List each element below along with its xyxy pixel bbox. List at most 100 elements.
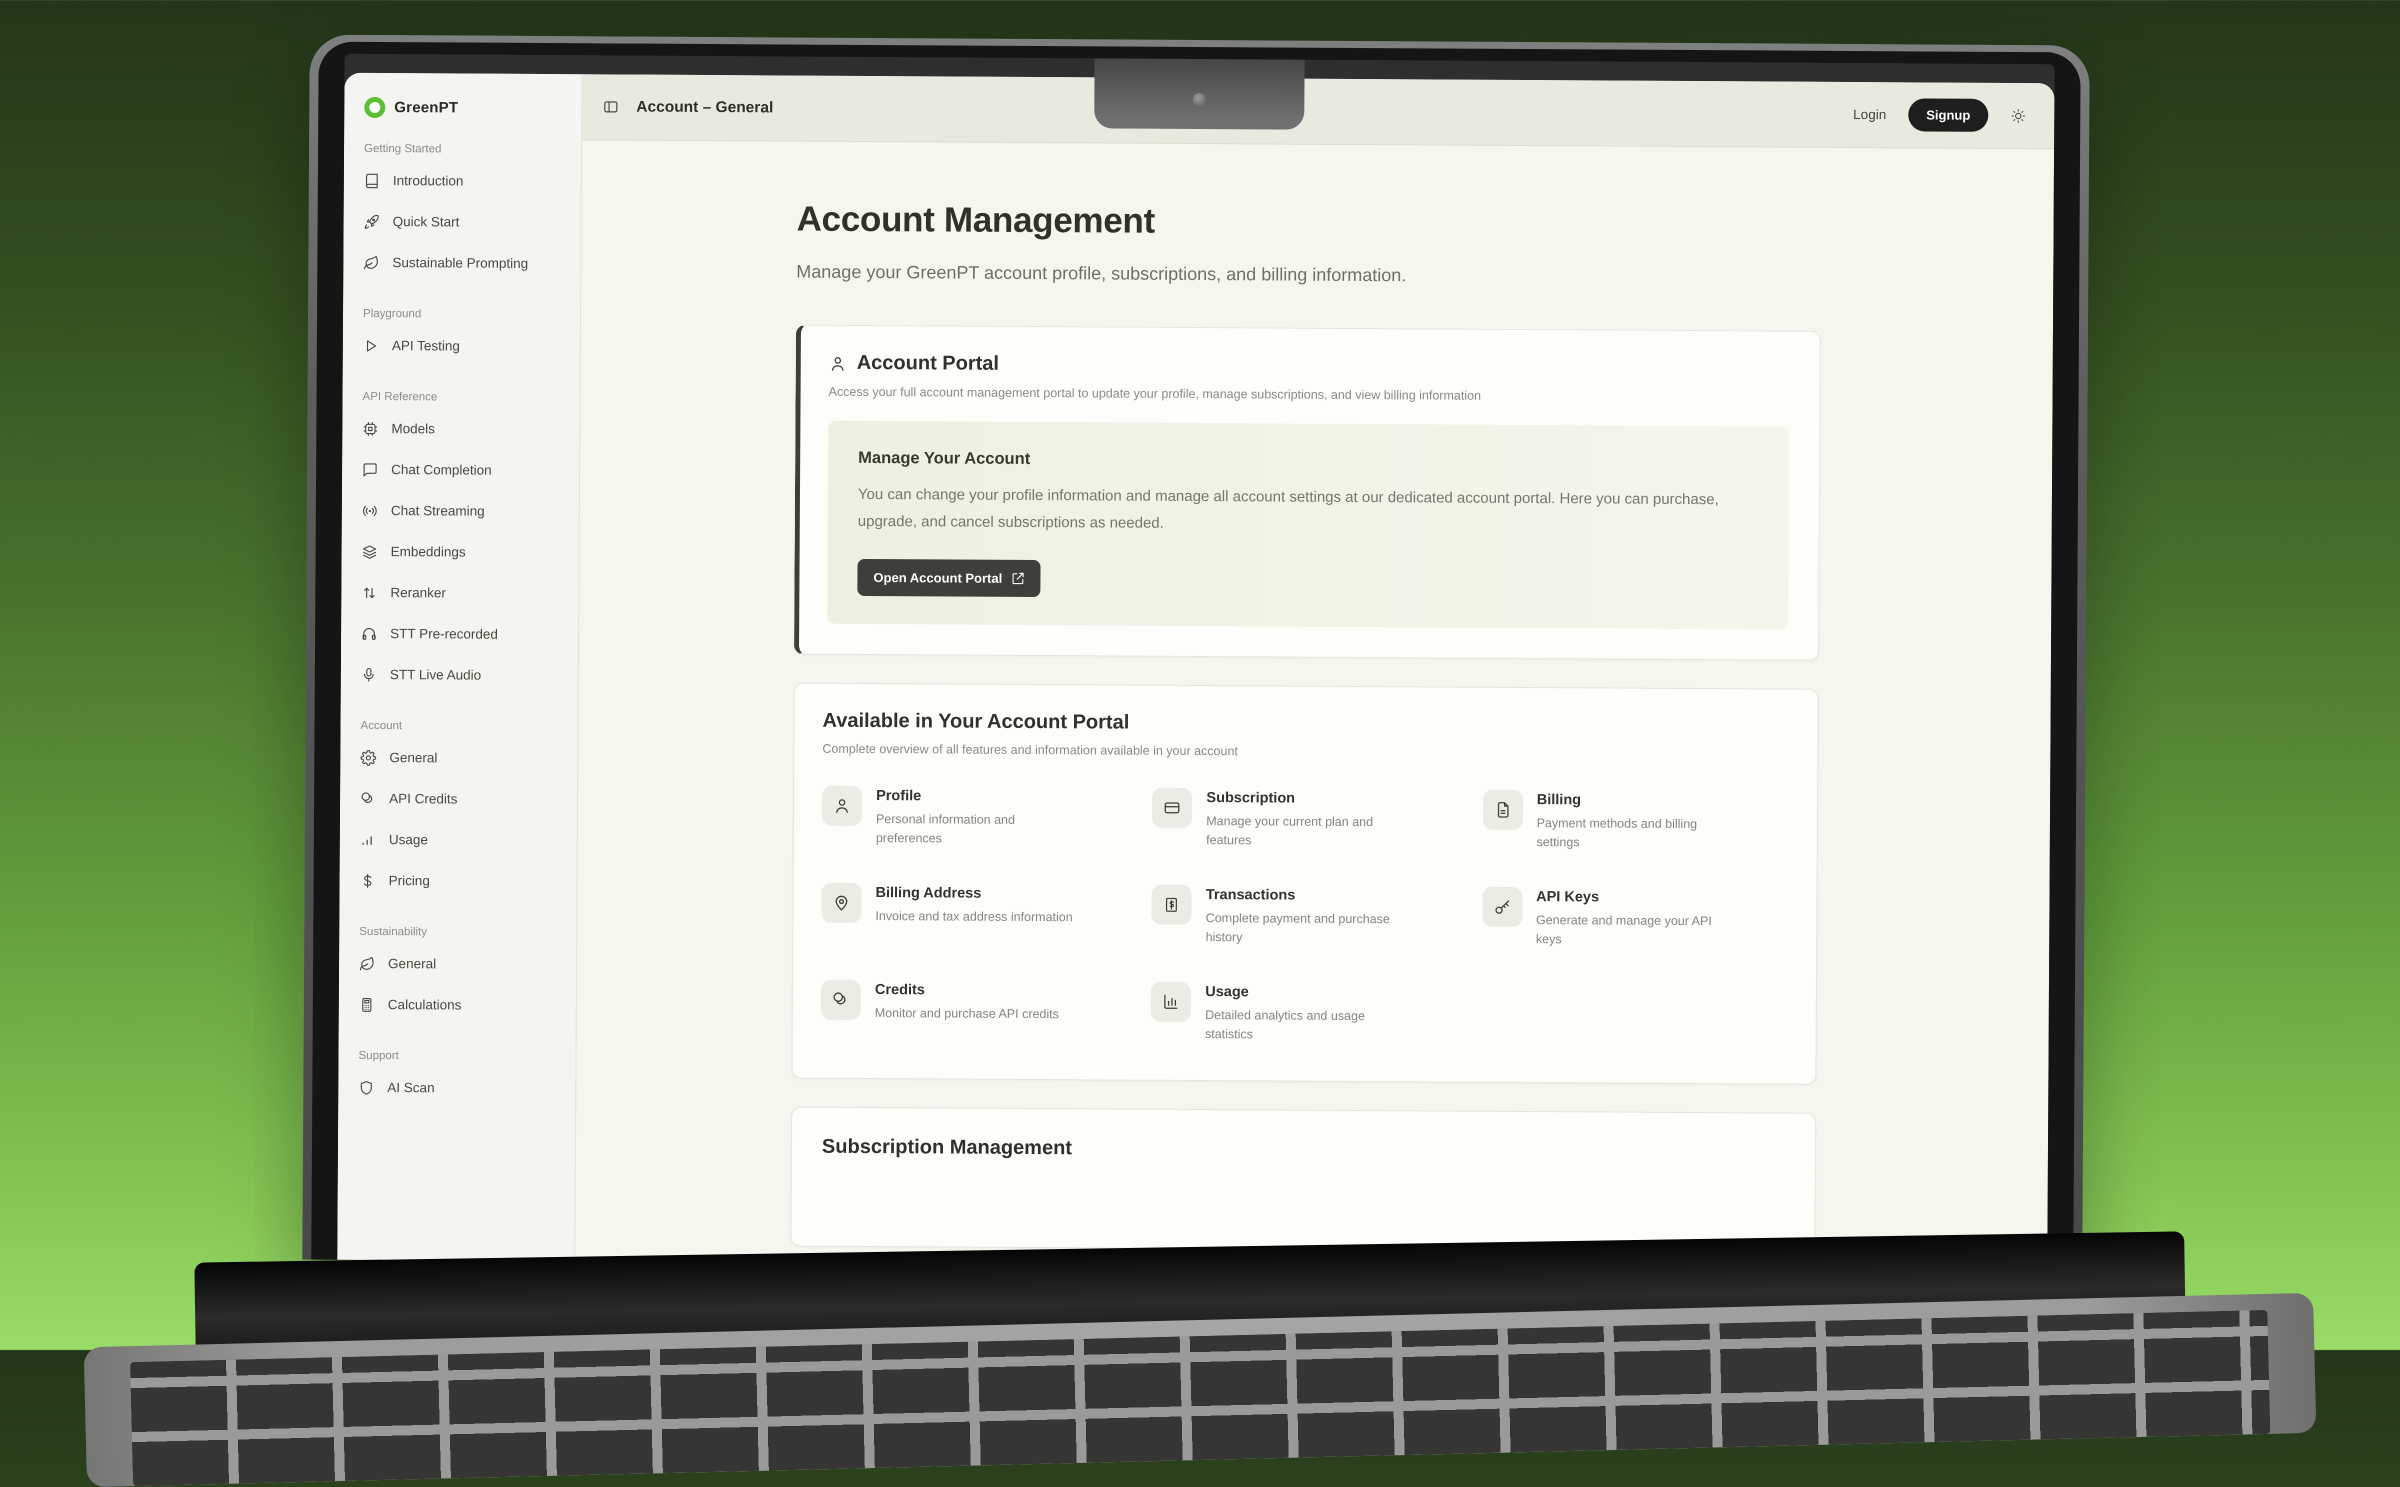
leaf-icon <box>359 955 375 971</box>
section-label: Support <box>358 1050 559 1063</box>
sidebar-item-label: Pricing <box>389 873 430 888</box>
page-content: Account Management Manage your GreenPT a… <box>575 140 2054 1270</box>
sidebar-item-api-testing[interactable]: API Testing <box>363 325 564 367</box>
receipt-icon <box>1163 896 1181 914</box>
sidebar-section-api-reference: API Reference Models Chat Completion Cha… <box>361 391 564 696</box>
sidebar-toggle-button[interactable] <box>602 98 619 115</box>
section-label: Account <box>360 720 561 733</box>
subscription-management-title: Subscription Management <box>822 1136 1785 1165</box>
sidebar-item-api-credits[interactable]: API Credits <box>360 778 561 820</box>
bar-chart-icon <box>1162 992 1180 1010</box>
sidebar-item-reranker[interactable]: Reranker <box>361 572 562 614</box>
account-portal-header: Account Portal <box>829 352 1790 381</box>
topbar: Account – General Login Signup <box>582 74 2054 149</box>
sidebar-item-ai-scan[interactable]: AI Scan <box>358 1067 559 1109</box>
message-square-icon <box>362 461 378 477</box>
page-subtitle: Manage your GreenPT account profile, sub… <box>796 262 1821 289</box>
play-icon <box>363 337 379 353</box>
theme-toggle-button[interactable] <box>2010 107 2026 123</box>
user-icon <box>829 354 847 372</box>
sidebar-section-getting-started: Getting Started Introduction Quick Start… <box>363 143 565 284</box>
account-portal-card: Account Portal Access your full account … <box>794 325 1821 661</box>
calculator-icon <box>359 996 375 1012</box>
manage-account-box: Manage Your Account You can change your … <box>827 421 1789 630</box>
section-label: API Reference <box>363 391 564 404</box>
sidebar-item-account-general[interactable]: General <box>360 737 561 779</box>
sidebar-item-chat-streaming[interactable]: Chat Streaming <box>362 490 563 532</box>
credit-card-icon <box>1163 799 1181 817</box>
sidebar-section-support: Support AI Scan <box>358 1050 559 1109</box>
sidebar-item-label: Sustainable Prompting <box>392 255 528 271</box>
sidebar-item-label: API Testing <box>392 338 460 353</box>
sidebar-item-stt-pre-recorded[interactable]: STT Pre-recorded <box>361 613 562 655</box>
sun-icon <box>2010 107 2026 123</box>
brand-logo[interactable]: GreenPT <box>364 97 565 119</box>
file-text-icon <box>1494 801 1512 819</box>
sidebar-item-stt-live-audio[interactable]: STT Live Audio <box>361 654 562 696</box>
login-link[interactable]: Login <box>1853 107 1886 122</box>
account-portal-title: Account Portal <box>857 352 999 376</box>
sidebar-item-embeddings[interactable]: Embeddings <box>361 531 562 573</box>
sidebar-item-introduction[interactable]: Introduction <box>364 160 565 202</box>
open-account-portal-button[interactable]: Open Account Portal <box>857 559 1040 597</box>
panel-toggle-icon <box>602 98 619 115</box>
laptop-notch <box>1094 58 1304 129</box>
main-area: Account – General Login Signup Account M… <box>575 74 2054 1270</box>
sidebar-item-models[interactable]: Models <box>362 408 563 450</box>
sidebar-section-sustainability: Sustainability General Calculations <box>359 926 561 1026</box>
features-subtitle: Complete overview of all features and in… <box>822 742 1787 762</box>
sidebar-item-label: General <box>388 956 436 971</box>
sidebar-section-account: Account General API Credits Usage <box>359 720 561 902</box>
account-portal-description: Access your full account management port… <box>829 385 1790 405</box>
sidebar-item-label: General <box>389 750 437 765</box>
rocket-icon <box>364 213 380 229</box>
page-breadcrumb-title: Account – General <box>636 98 773 117</box>
layers-icon <box>362 543 378 559</box>
sidebar-item-label: Embeddings <box>391 544 466 559</box>
sidebar-item-label: STT Live Audio <box>390 667 481 683</box>
app-window: GreenPT Getting Started Introduction Qui… <box>337 73 2054 1270</box>
features-title: Available in Your Account Portal <box>823 710 1788 739</box>
sidebar-item-label: AI Scan <box>387 1080 434 1095</box>
sidebar-item-pricing[interactable]: Pricing <box>359 860 560 902</box>
sidebar-item-usage[interactable]: Usage <box>360 819 561 861</box>
sidebar-item-label: Chat Streaming <box>391 503 485 519</box>
shield-icon <box>358 1079 374 1095</box>
dollar-icon <box>360 872 376 888</box>
external-link-icon <box>1011 572 1024 585</box>
page-title: Account Management <box>797 200 1822 246</box>
sidebar-item-label: Usage <box>389 832 428 847</box>
manage-account-title: Manage Your Account <box>858 449 1759 474</box>
sidebar-item-sustainability-general[interactable]: General <box>359 943 560 985</box>
sidebar: GreenPT Getting Started Introduction Qui… <box>337 73 582 1261</box>
broadcast-icon <box>362 502 378 518</box>
book-icon <box>364 172 380 188</box>
headphones-icon <box>361 625 377 641</box>
signup-button[interactable]: Signup <box>1908 98 1988 131</box>
sidebar-item-label: Calculations <box>388 997 462 1012</box>
laptop-frame: GreenPT Getting Started Introduction Qui… <box>302 35 2089 1271</box>
feature-credits: Credits Monitor and purchase API credits <box>821 979 1126 1044</box>
sidebar-item-label: Quick Start <box>393 214 460 229</box>
brand-name: GreenPT <box>394 99 458 116</box>
sidebar-item-label: Introduction <box>393 173 464 188</box>
laptop-screen: GreenPT Getting Started Introduction Qui… <box>337 54 2054 1270</box>
feature-billing: Billing Payment methods and billing sett… <box>1482 790 1787 855</box>
manage-account-body: You can change your profile information … <box>858 481 1738 540</box>
sidebar-section-playground: Playground API Testing <box>363 308 564 367</box>
user-icon <box>833 797 851 815</box>
open-account-portal-label: Open Account Portal <box>873 570 1002 586</box>
sidebar-item-label: Chat Completion <box>391 462 492 478</box>
key-icon <box>1493 898 1511 916</box>
section-label: Sustainability <box>359 926 560 939</box>
cpu-icon <box>362 420 378 436</box>
laptop-bezel: GreenPT Getting Started Introduction Qui… <box>311 42 2080 1271</box>
sidebar-item-calculations[interactable]: Calculations <box>359 984 560 1026</box>
sidebar-item-chat-completion[interactable]: Chat Completion <box>362 449 563 491</box>
gear-icon <box>360 749 376 765</box>
sidebar-item-quick-start[interactable]: Quick Start <box>363 201 564 243</box>
feature-billing-address: Billing Address Invoice and tax address … <box>821 882 1126 947</box>
leaf-icon <box>363 254 379 270</box>
sidebar-item-sustainable-prompting[interactable]: Sustainable Prompting <box>363 242 564 284</box>
feature-transactions: Transactions Complete payment and purcha… <box>1152 884 1457 949</box>
